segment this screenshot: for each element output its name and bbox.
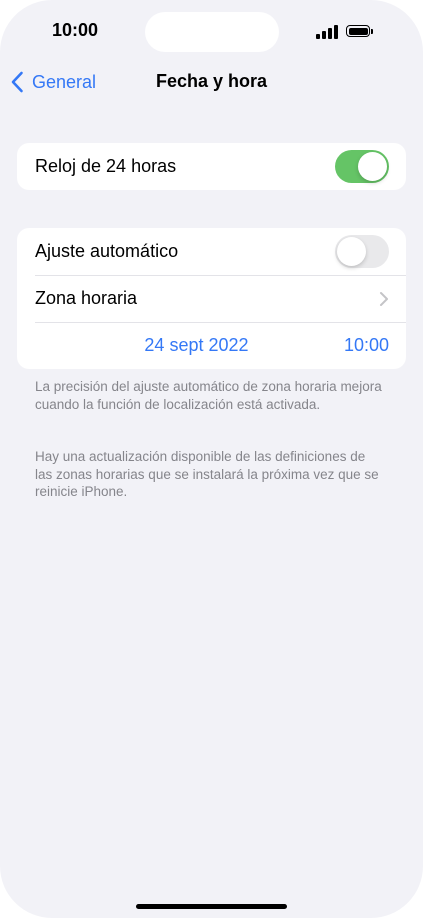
- time-picker-button[interactable]: 10:00: [344, 335, 389, 356]
- timezone-row[interactable]: Zona horaria: [17, 275, 406, 322]
- status-time: 10:00: [52, 20, 99, 40]
- home-indicator[interactable]: [136, 904, 287, 909]
- phone-screen: 10:00 General Fecha y hora Reloj de 24 h…: [0, 0, 423, 918]
- toggle-knob: [358, 152, 387, 181]
- timezone-label: Zona horaria: [35, 288, 138, 308]
- cellular-signal-icon: [316, 25, 340, 39]
- clock-format-group: Reloj de 24 horas: [17, 143, 406, 190]
- date-time-group: Ajuste automático Zona horaria 24 sept 2…: [17, 228, 406, 369]
- date-picker-button[interactable]: 24 sept 2022: [35, 335, 344, 356]
- chevron-right-icon: [380, 291, 388, 306]
- clock-24h-toggle[interactable]: [335, 150, 389, 183]
- auto-set-row: Ajuste automático: [17, 228, 406, 275]
- battery-icon: [346, 25, 370, 37]
- page-title: Fecha y hora: [155, 71, 268, 91]
- timezone-update-note: Hay una actualización disponible de las …: [35, 449, 379, 499]
- clock-24h-label: Reloj de 24 horas: [35, 156, 177, 176]
- auto-set-label: Ajuste automático: [35, 241, 179, 261]
- clock-24h-row: Reloj de 24 horas: [17, 143, 406, 190]
- auto-set-toggle[interactable]: [335, 235, 389, 268]
- date-time-row: 24 sept 2022 10:00: [17, 322, 406, 369]
- dynamic-island: [145, 12, 279, 52]
- toggle-knob: [337, 237, 366, 266]
- battery-tip: [371, 29, 373, 34]
- location-accuracy-note: La precisión del ajuste automático de zo…: [35, 379, 382, 412]
